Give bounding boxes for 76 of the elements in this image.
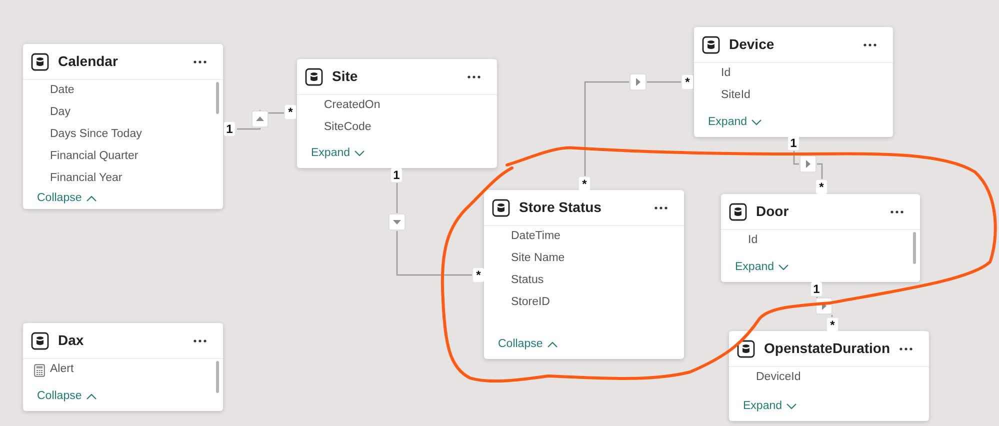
table-title: Device (729, 35, 776, 54)
chevron-up-icon (86, 195, 97, 202)
field-name[interactable]: Financial Quarter (50, 148, 138, 166)
chevron-down-icon (354, 150, 366, 157)
field-name[interactable]: DateTime (511, 228, 560, 246)
field-name[interactable]: Id (721, 65, 731, 83)
expand-button[interactable]: Expand (311, 144, 366, 162)
field-name[interactable]: SiteId (721, 87, 750, 105)
table-icon (737, 340, 755, 358)
scrollbar[interactable] (216, 82, 219, 114)
cardinality-label: 1 (811, 282, 822, 296)
more-icon[interactable] (193, 338, 207, 342)
chevron-down-icon (751, 118, 762, 126)
cardinality-label: * (827, 318, 838, 332)
cardinality-label: * (285, 105, 296, 119)
calculator-icon (34, 364, 45, 376)
table-title: Door (756, 202, 790, 221)
cardinality-label: * (473, 268, 484, 282)
scrollbar[interactable] (913, 232, 916, 264)
direction-icon (388, 214, 406, 230)
table-icon (492, 198, 510, 216)
chevron-up-icon (86, 392, 97, 400)
table-icon (305, 68, 323, 86)
cardinality-label: * (816, 180, 827, 194)
field-name[interactable]: Id (748, 232, 758, 250)
table-icon (702, 36, 720, 54)
table-card[interactable]: Device Id SiteId Expand (694, 27, 893, 137)
cardinality-label: 1 (224, 122, 235, 136)
table-card[interactable]: Calendar Date Day Days Since Today Financial Quarter Financial Year Collapse (23, 44, 223, 209)
table-title: OpenstateDuration (764, 339, 890, 358)
direction-icon (630, 74, 646, 90)
table-card[interactable]: OpenstateDuration DeviceId Expand (729, 331, 929, 421)
chevron-down-icon (786, 402, 798, 410)
more-icon[interactable] (467, 74, 481, 78)
collapse-button[interactable]: Collapse (37, 388, 97, 405)
table-title: Calendar (58, 52, 119, 71)
field-name[interactable]: Status (511, 272, 544, 290)
more-icon[interactable] (193, 60, 207, 64)
cardinality-label: * (682, 75, 693, 89)
field-name[interactable]: StoreID (511, 294, 550, 312)
field-name[interactable]: CreatedOn (324, 97, 380, 115)
table-icon (729, 202, 747, 220)
chevron-up-icon (546, 340, 558, 348)
chevron-down-icon (778, 264, 790, 271)
table-icon (31, 332, 49, 350)
cardinality-label: 1 (391, 168, 402, 182)
field-name[interactable]: DeviceId (756, 369, 801, 387)
expand-button[interactable]: Expand (743, 398, 798, 415)
table-card[interactable]: Door Id Expand (721, 194, 920, 282)
table-title: Store Status (519, 198, 602, 217)
field-name[interactable]: Site Name (511, 250, 565, 268)
more-icon[interactable] (863, 42, 877, 46)
cardinality-label: 1 (788, 136, 799, 150)
collapse-button[interactable]: Collapse (37, 190, 97, 208)
expand-button[interactable]: Expand (708, 114, 762, 131)
table-title: Site (332, 67, 359, 86)
field-name[interactable]: Day (50, 104, 70, 122)
field-name[interactable]: SiteCode (324, 119, 372, 137)
more-icon[interactable] (890, 210, 904, 214)
cardinality-label: * (579, 177, 590, 191)
direction-icon (252, 110, 268, 128)
collapse-button[interactable]: Collapse (498, 336, 558, 353)
direction-icon (800, 156, 816, 172)
expand-button[interactable]: Expand (735, 258, 790, 276)
table-card[interactable]: Store Status DateTime Site Name Status StoreID Collapse (484, 190, 684, 359)
table-title: Dax (58, 331, 85, 350)
scrollbar[interactable] (216, 361, 219, 393)
more-icon[interactable] (654, 206, 668, 210)
field-name[interactable]: Date (50, 82, 74, 100)
field-name[interactable]: Days Since Today (50, 126, 142, 144)
more-icon[interactable] (899, 346, 913, 350)
table-card[interactable]: Site CreatedOn SiteCode Expand (297, 59, 497, 168)
field-name[interactable]: Financial Year (50, 170, 122, 188)
field-name[interactable]: Alert (50, 361, 74, 379)
table-icon (31, 52, 49, 70)
table-card[interactable]: Dax Alert Collapse (23, 323, 223, 411)
